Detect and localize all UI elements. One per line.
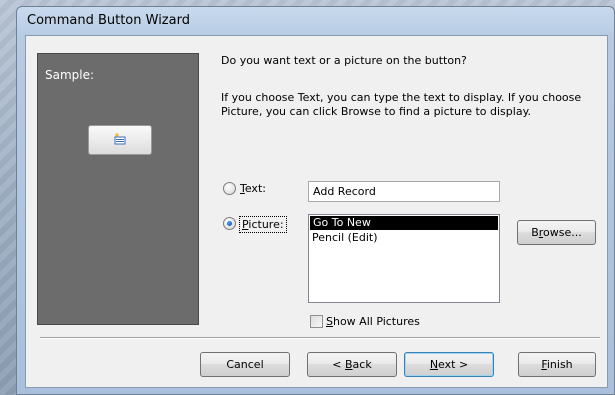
title-bar[interactable]: Command Button Wizard [17,7,614,33]
text-option-rest: ext: [244,182,266,195]
next-mnemonic: N [429,358,439,371]
next-button[interactable]: Next > [404,352,494,377]
button-text-input[interactable] [308,181,500,202]
list-item[interactable]: Pencil (Edit) [309,231,499,245]
browse-button[interactable]: Browse... [517,220,596,245]
picture-option-label[interactable]: Picture: [239,216,287,233]
sample-label: Sample: [45,68,95,82]
browse-label-a: B [531,226,539,239]
show-all-rest: how All Pictures [332,315,420,328]
finish-button[interactable]: Finish [518,352,596,377]
text-option-label[interactable]: Text: [240,182,266,195]
sample-panel: Sample: [37,53,199,325]
new-record-icon [114,132,126,148]
window-title: Command Button Wizard [27,13,190,28]
back-mnemonic: B [345,358,353,371]
wizard-window: Command Button Wizard Sample: Do you wan… [16,6,615,395]
back-rest: ack [352,358,372,371]
picture-option-rest: icture: [248,218,284,231]
show-all-pictures-label[interactable]: Show All Pictures [326,315,420,328]
show-all-mnemonic: S [326,315,333,328]
sample-button-preview [88,125,152,155]
cancel-button[interactable]: Cancel [200,352,290,377]
list-item[interactable]: Go To New [310,216,498,230]
picture-radio[interactable] [223,217,236,230]
finish-rest: inish [546,358,573,371]
show-all-pictures-checkbox[interactable] [310,315,323,328]
back-button[interactable]: < Back [307,352,397,377]
browse-label-b: owse... [543,226,582,239]
wizard-client-area: Sample: Do you want text or a picture on… [25,35,608,388]
picture-list[interactable]: Go To New Pencil (Edit) [308,214,500,303]
description-text: If you choose Text, you can type the tex… [221,91,582,118]
back-prefix: < [332,358,345,371]
next-rest: ext > [438,358,469,371]
footer-separator [40,337,600,339]
question-text: Do you want text or a picture on the but… [221,54,467,67]
text-radio[interactable] [223,182,236,195]
